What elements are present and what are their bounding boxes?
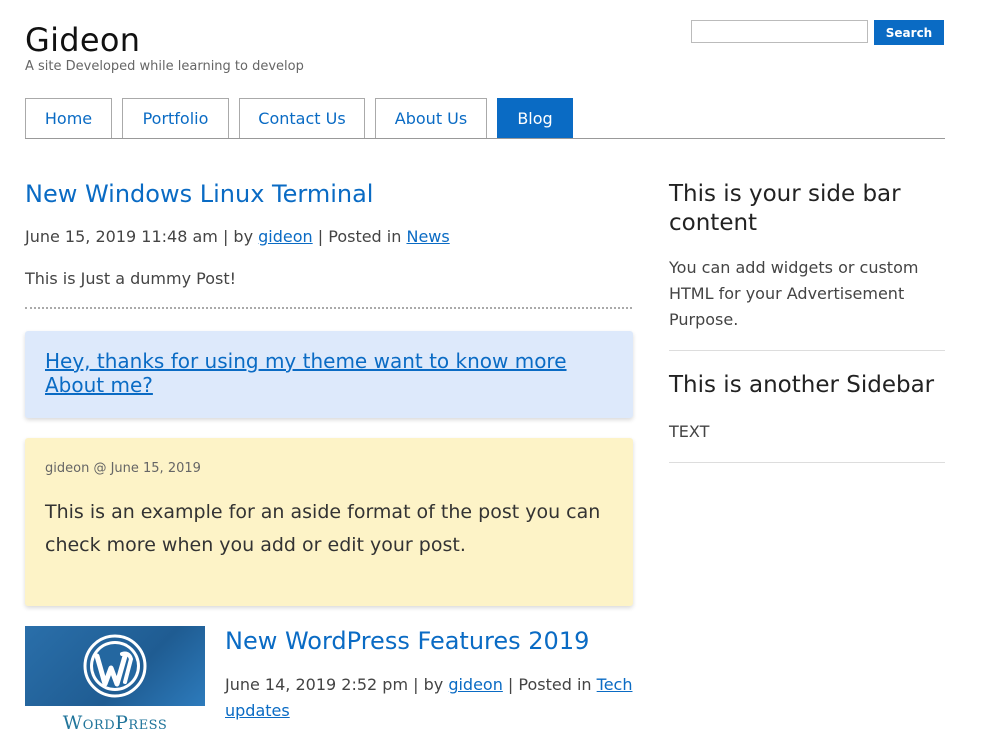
post-author-link[interactable]: gideon — [258, 227, 313, 246]
search-button[interactable]: Search — [874, 20, 944, 45]
aside-post-box: gideon @ June 15, 2019 This is an exampl… — [25, 438, 633, 606]
aside-post-text: This is an example for an aside format o… — [45, 501, 601, 556]
post-divider — [25, 307, 632, 309]
post-author-link-2[interactable]: gideon — [448, 675, 503, 694]
post-by-label: | by — [217, 227, 259, 246]
post-date-2: June 14, 2019 2:52 pm — [225, 675, 409, 694]
nav-item-home[interactable]: Home — [25, 98, 112, 138]
sidebar-widget-text-1: You can add widgets or custom HTML for y… — [669, 258, 919, 329]
post-thumbnail[interactable]: WordPress — [25, 626, 205, 743]
post-meta-2: June 14, 2019 2:52 pm | by gideon | Post… — [225, 672, 635, 724]
link-post-link[interactable]: Hey, thanks for using my theme want to k… — [45, 349, 567, 397]
sidebar-widget-heading-1: This is your side bar content — [669, 181, 901, 236]
thumbnail-wordpress-text: WordPress — [62, 712, 168, 734]
post-title[interactable]: New Windows Linux Terminal — [25, 178, 373, 210]
sidebar-divider-1 — [669, 350, 945, 351]
post-title-2[interactable]: New WordPress Features 2019 — [225, 625, 589, 657]
wordpress-logo-icon — [83, 634, 147, 698]
sidebar-divider-2 — [669, 462, 945, 463]
nav-item-about-us[interactable]: About Us — [375, 98, 487, 138]
sidebar-widget-text-2: TEXT — [669, 422, 710, 441]
post-by-label-2: | by — [408, 675, 449, 694]
post-meta: June 15, 2019 11:48 am | by gideon | Pos… — [25, 226, 450, 248]
post-date: June 15, 2019 11:48 am — [25, 227, 218, 246]
thumbnail-banner — [25, 626, 205, 706]
page: Gideon A site Developed while learning t… — [0, 0, 982, 743]
main-nav: Home Portfolio Contact Us About Us Blog — [25, 98, 945, 139]
post-category-link[interactable]: News — [406, 227, 449, 246]
post-posted-in-label-2: | Posted in — [502, 675, 597, 694]
post-excerpt: This is Just a dummy Post! — [25, 269, 237, 288]
sidebar-widget-heading-2: This is another Sidebar — [669, 372, 935, 398]
post-posted-in-label: | Posted in — [312, 227, 407, 246]
site-tagline: A site Developed while learning to devel… — [25, 59, 304, 74]
search-input[interactable] — [691, 20, 868, 43]
nav-item-portfolio[interactable]: Portfolio — [122, 98, 229, 138]
nav-item-contact-us[interactable]: Contact Us — [239, 98, 365, 138]
link-post-box: Hey, thanks for using my theme want to k… — [25, 331, 633, 418]
site-title[interactable]: Gideon — [25, 20, 140, 60]
aside-post-meta: gideon @ June 15, 2019 — [45, 461, 201, 476]
nav-item-blog[interactable]: Blog — [497, 98, 573, 138]
